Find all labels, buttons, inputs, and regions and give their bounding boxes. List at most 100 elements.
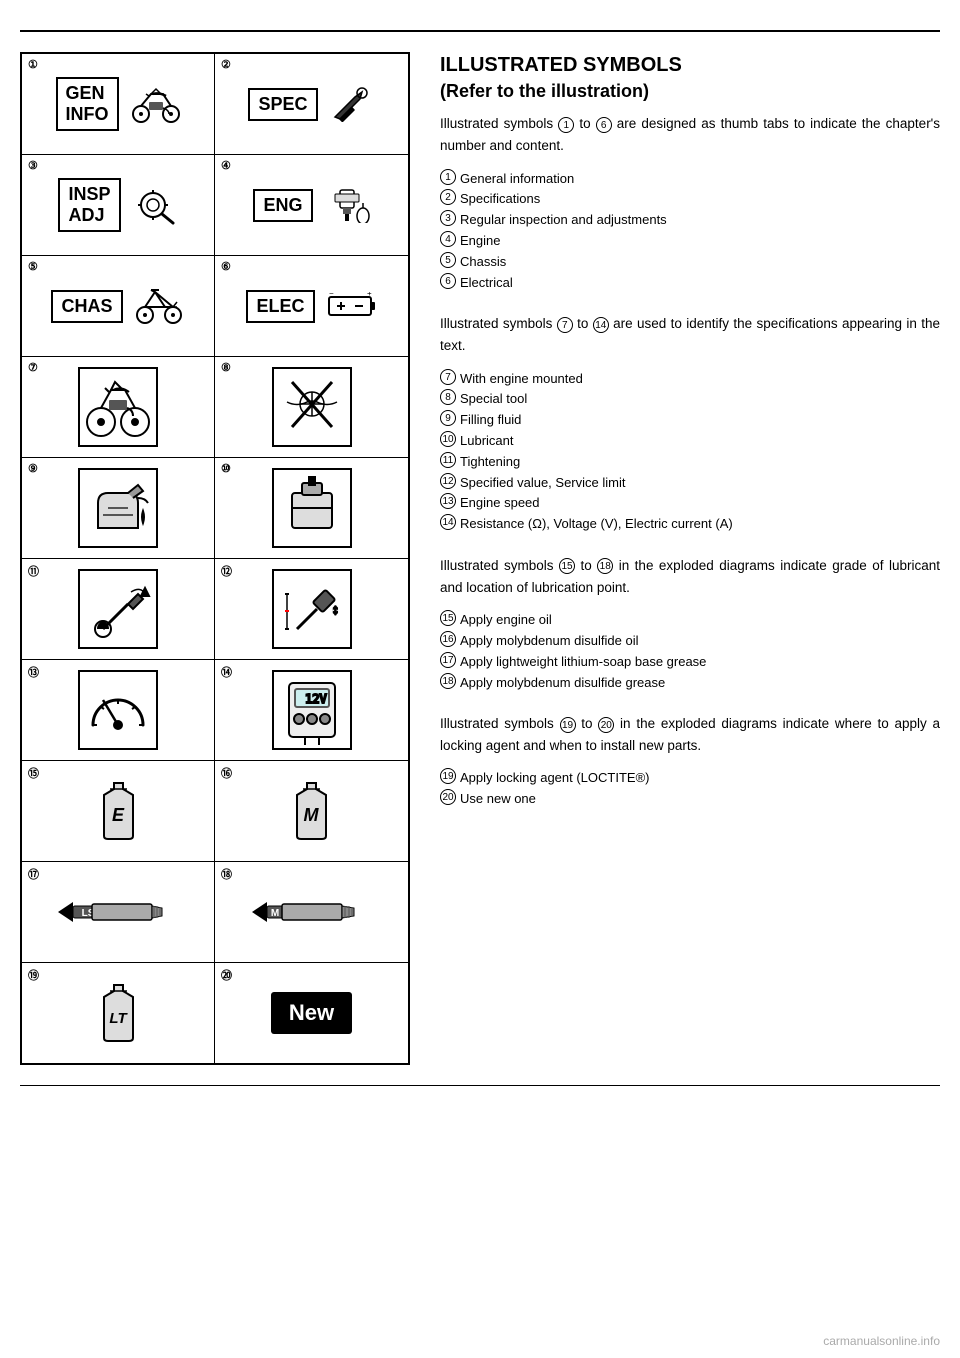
filling-fluid-svg <box>83 473 153 543</box>
spec-label-11: Tightening <box>460 452 520 473</box>
circle-18: 18 <box>597 558 613 574</box>
svg-text:E: E <box>111 805 124 825</box>
grid-row-3: ⑤ CHAS <box>22 256 408 357</box>
spec-label-10: Lubricant <box>460 431 513 452</box>
cell-num-9: ⑨ <box>28 462 38 475</box>
cell-spec: ② SPEC <box>215 54 408 154</box>
cell-17: ⑰ LS <box>22 862 215 962</box>
eng-icon <box>325 188 370 223</box>
circle-num-13: 13 <box>440 493 456 509</box>
chapter-list-item-1: 1 General information <box>440 169 940 190</box>
chapter-list-item-5: 5 Chassis <box>440 252 940 273</box>
lub-label-18: Apply molybdenum disulfide grease <box>460 673 665 694</box>
engine-oil-bottle: E <box>96 781 141 841</box>
cell-18: ⑱ M <box>215 862 408 962</box>
chapter-label-5: Chassis <box>460 252 506 273</box>
spec-list-item-7: 7 With engine mounted <box>440 369 940 390</box>
svg-text:+: + <box>367 292 372 298</box>
chapter-list-item-6: 6 Electrical <box>440 273 940 294</box>
circle-num-17: 17 <box>440 652 456 668</box>
spec-list-item-13: 13 Engine speed <box>440 493 940 514</box>
spec-desc-paragraph: Illustrated symbols 7 to 14 are used to … <box>440 313 940 356</box>
circle-num-11: 11 <box>440 452 456 468</box>
circle-num-18: 18 <box>440 673 456 689</box>
cell-7: ⑦ <box>22 357 215 457</box>
cell-10: ⑩ <box>215 458 408 558</box>
grid-row-1: ① GENINFO <box>22 54 408 155</box>
circle-num-8: 8 <box>440 389 456 405</box>
cell-16: ⑯ M <box>215 761 408 861</box>
new-label-20: Use new one <box>460 789 536 810</box>
lubricant-svg <box>277 473 347 543</box>
spec-list-item-9: 9 Filling fluid <box>440 410 940 431</box>
lub-desc-paragraph: Illustrated symbols 15 to 18 in the expl… <box>440 555 940 598</box>
motorcycle-icon-box <box>78 367 158 447</box>
svg-text:LT: LT <box>109 1010 128 1027</box>
spec-list-item-12: 12 Specified value, Service limit <box>440 473 940 494</box>
svg-text:12V: 12V <box>305 692 327 706</box>
circle-num-4: 4 <box>440 231 456 247</box>
circle-num-6: 6 <box>440 273 456 289</box>
service-limit-icon-box: ↕ <box>272 569 352 649</box>
chas-icon <box>135 287 185 325</box>
cell-insp-adj: ③ INSPADJ <box>22 155 215 255</box>
cell-15: ⑮ E <box>22 761 215 861</box>
lub-list-item-17: 17 Apply lightweight lithium-soap base g… <box>440 652 940 673</box>
circle-num-10: 10 <box>440 431 456 447</box>
cell-eng: ④ ENG <box>215 155 408 255</box>
new-list-item-20: 20 Use new one <box>440 789 940 810</box>
elec-icon: − + <box>327 292 377 320</box>
main-title: ILLUSTRATED SYMBOLS <box>440 52 940 78</box>
lub-list: 15 Apply engine oil 16 Apply molybdenum … <box>440 610 940 693</box>
circle-1: 1 <box>558 117 574 133</box>
watermark: carmanualsonline.info <box>823 1334 940 1348</box>
content-row: ① GENINFO <box>20 52 940 1065</box>
circle-7: 7 <box>557 317 573 333</box>
electrical-icon-box: 12V <box>272 670 352 750</box>
new-list: 19 Apply locking agent (LOCTITE®) 20 Use… <box>440 768 940 810</box>
chapter-label-1: General information <box>460 169 574 190</box>
cell-num-13: ⑬ <box>28 664 39 680</box>
chapter-label-4: Engine <box>460 231 500 252</box>
cell-11: ⑪ <box>22 559 215 659</box>
gen-info-label: GENINFO <box>56 77 119 131</box>
lub-list-item-18: 18 Apply molybdenum disulfide grease <box>440 673 940 694</box>
grid-row-2: ③ INSPADJ ④ <box>22 155 408 256</box>
cell-num-14: ⑭ <box>221 664 232 680</box>
motorcycle-icon-1 <box>131 84 181 124</box>
cell-19: ⑲ LT <box>22 963 215 1063</box>
circle-15: 15 <box>559 558 575 574</box>
cell-num-18: ⑱ <box>221 866 232 882</box>
engine-speed-svg <box>83 675 153 745</box>
cell-num-12: ⑫ <box>221 563 232 579</box>
tightening-svg <box>83 574 153 644</box>
electrical-svg: 12V <box>277 675 347 745</box>
cell-num-7: ⑦ <box>28 361 38 374</box>
insp-adj-label: INSPADJ <box>58 178 120 232</box>
spec-list-item-10: 10 Lubricant <box>440 431 940 452</box>
new-label: New <box>271 992 352 1034</box>
grid-row-5: ⑨ <box>22 458 408 559</box>
cell-num-20: ⑳ <box>221 967 232 983</box>
new-label-19: Apply locking agent (LOCTITE®) <box>460 768 649 789</box>
grid-row-4: ⑦ <box>22 357 408 458</box>
cell-num-5: ⑤ <box>28 260 38 273</box>
cell-8: ⑧ <box>215 357 408 457</box>
special-tool-icon-box <box>272 367 352 447</box>
cell-num-6: ⑥ <box>221 260 231 273</box>
cell-9: ⑨ <box>22 458 215 558</box>
spec-list-item-14: 14 Resistance (Ω), Voltage (V), Electric… <box>440 514 940 535</box>
chapter-list-item-2: 2 Specifications <box>440 189 940 210</box>
svg-text:M: M <box>304 805 320 825</box>
circle-num-7: 7 <box>440 369 456 385</box>
svg-text:M: M <box>270 908 278 919</box>
circle-14: 14 <box>593 317 609 333</box>
spec-label-14: Resistance (Ω), Voltage (V), Electric cu… <box>460 514 733 535</box>
text-panel: ILLUSTRATED SYMBOLS (Refer to the illust… <box>430 52 940 1065</box>
ls-grease-tube: LS <box>48 892 188 932</box>
eng-label: ENG <box>253 189 312 222</box>
new-desc-paragraph: Illustrated symbols 19 to 20 in the expl… <box>440 713 940 756</box>
cell-num-4: ④ <box>221 159 231 172</box>
page-container: ① GENINFO <box>0 0 960 1358</box>
circle-19: 19 <box>560 717 576 733</box>
